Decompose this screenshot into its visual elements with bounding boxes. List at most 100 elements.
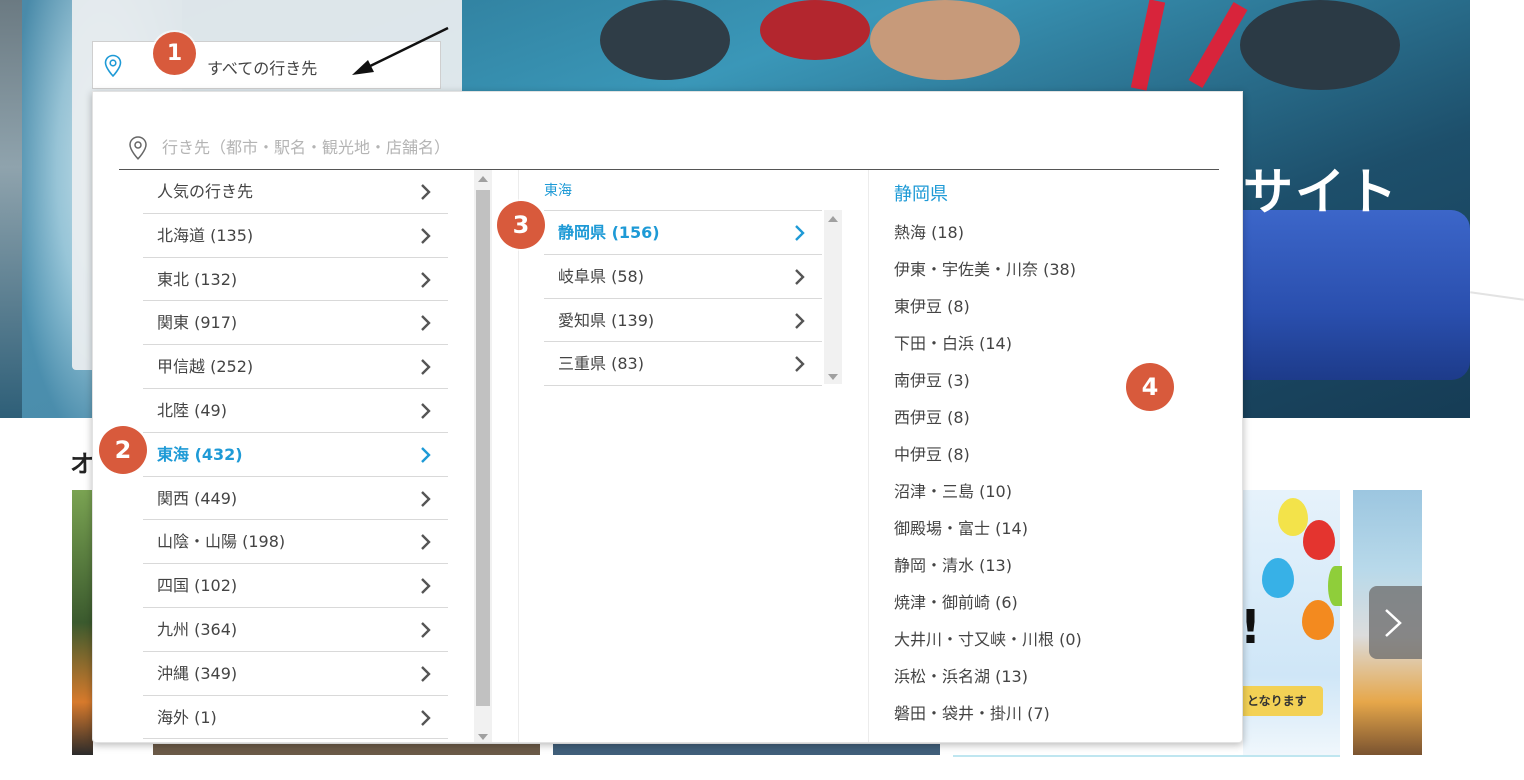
region-item-label: 関東 (917)	[157, 313, 238, 333]
area-item[interactable]: 伊東・宇佐美・川奈 (38)	[894, 251, 1224, 288]
column-divider	[518, 170, 519, 742]
activity-thumbnail[interactable]	[553, 744, 940, 755]
scroll-down-arrow-icon[interactable]	[478, 734, 488, 740]
region-item[interactable]: 関東 (917)	[143, 301, 448, 346]
prefecture-list-scrollbar[interactable]	[824, 210, 842, 384]
region-item[interactable]: 北海道 (135)	[143, 214, 448, 258]
region-item-label: 山陰・山陽 (198)	[157, 532, 286, 552]
annotation-badge-1: 1	[153, 32, 196, 75]
region-item[interactable]: 関西 (449)	[143, 477, 448, 521]
promo-banner-text: となります	[1243, 686, 1323, 716]
region-item[interactable]: 海外 (1)	[143, 696, 448, 740]
region-item[interactable]: 四国 (102)	[143, 564, 448, 608]
location-pin-icon	[104, 54, 122, 78]
region-item[interactable]: 東海 (432)	[143, 433, 448, 477]
region-item-label: 沖縄 (349)	[157, 663, 238, 683]
area-item[interactable]: 静岡・清水 (13)	[894, 547, 1224, 584]
region-list-scrollbar[interactable]	[474, 170, 492, 742]
prefecture-item-label: 静岡県 (156)	[558, 223, 660, 242]
region-item[interactable]: 人気の行き先	[143, 170, 448, 214]
location-pin-icon	[129, 136, 147, 160]
region-item[interactable]: 山陰・山陽 (198)	[143, 520, 448, 565]
region-item-label: 東北 (132)	[157, 269, 238, 289]
annotation-badge-3: 3	[497, 201, 545, 249]
destination-search-input[interactable]	[162, 132, 1162, 162]
scroll-up-arrow-icon[interactable]	[828, 216, 838, 222]
area-item[interactable]: 浜松・浜名湖 (13)	[894, 658, 1224, 695]
chevron-right-icon	[421, 622, 431, 638]
activity-thumbnail[interactable]	[153, 744, 540, 755]
hero-oar	[1188, 2, 1248, 88]
region-item-label: 甲信越 (252)	[157, 357, 254, 377]
region-item[interactable]: 九州 (364)	[143, 608, 448, 652]
area-item[interactable]: 南伊豆 (3)	[894, 362, 1224, 399]
annotation-badge-4: 4	[1126, 363, 1174, 411]
prefecture-column-header: 東海	[544, 183, 572, 199]
area-column-header: 静岡県	[894, 184, 948, 205]
area-item[interactable]: 中伊豆 (8)	[894, 436, 1224, 473]
area-item[interactable]: 熱海 (18)	[894, 214, 1224, 251]
area-item[interactable]: 大井川・寸又峡・川根 (0)	[894, 621, 1224, 658]
chevron-right-icon	[421, 578, 431, 595]
balloon-image	[1303, 520, 1335, 560]
carousel-next-button[interactable]	[1369, 586, 1422, 659]
chevron-right-icon	[795, 312, 805, 329]
scroll-up-arrow-icon[interactable]	[478, 176, 488, 182]
prefecture-item[interactable]: 岐阜県 (58)	[544, 255, 822, 299]
balloon-image	[1262, 558, 1294, 598]
prefecture-item[interactable]: 三重県 (83)	[544, 342, 822, 387]
prefecture-list: 静岡県 (156) 岐阜県 (58) 愛知県 (139) 三重県 (83)	[544, 210, 822, 387]
region-item-label: 北海道 (135)	[157, 225, 254, 245]
balloon-image	[1278, 498, 1308, 536]
chevron-right-icon	[421, 534, 431, 551]
prefecture-item-label: 愛知県 (139)	[558, 310, 655, 330]
chevron-right-icon	[795, 356, 805, 373]
region-item[interactable]: 沖縄 (349)	[143, 652, 448, 696]
chevron-right-icon	[421, 446, 431, 463]
area-item[interactable]: 西伊豆 (8)	[894, 399, 1224, 436]
annotation-badge-2: 2	[99, 426, 147, 474]
region-item-label: 北陸 (49)	[157, 400, 227, 420]
chevron-right-icon	[421, 403, 431, 419]
hero-title: サイト	[1243, 163, 1399, 221]
chevron-right-icon	[795, 268, 805, 285]
area-item[interactable]: 下田・白浜 (14)	[894, 325, 1224, 362]
balloon-image	[1328, 566, 1342, 606]
area-list: 熱海 (18) 伊東・宇佐美・川奈 (38) 東伊豆 (8) 下田・白浜 (14) 南伊…	[894, 214, 1224, 732]
prefecture-item[interactable]: 静岡県 (156)	[544, 211, 822, 255]
region-item[interactable]: 東北 (132)	[143, 258, 448, 302]
prefecture-item[interactable]: 愛知県 (139)	[544, 299, 822, 343]
promo-exclamation: !	[1240, 600, 1261, 654]
chevron-right-icon	[1385, 609, 1402, 637]
column-divider	[868, 170, 869, 742]
chevron-right-icon	[421, 227, 431, 244]
region-item-label: 四国 (102)	[157, 576, 238, 596]
activity-thumbnail[interactable]	[72, 490, 93, 755]
scrollbar-thumb[interactable]	[476, 190, 490, 706]
chevron-right-icon	[421, 184, 431, 200]
prefecture-item-label: 三重県 (83)	[558, 354, 644, 374]
chevron-right-icon	[795, 225, 805, 241]
area-item[interactable]: 沼津・三島 (10)	[894, 473, 1224, 510]
region-item-label: 東海 (432)	[157, 444, 243, 464]
area-item[interactable]: 焼津・御前崎 (6)	[894, 584, 1224, 621]
chevron-right-icon	[421, 665, 431, 682]
hero-person	[600, 0, 730, 80]
region-item[interactable]: 北陸 (49)	[143, 389, 448, 433]
divider	[1470, 291, 1524, 301]
hero-person	[1240, 0, 1400, 90]
area-item[interactable]: 東伊豆 (8)	[894, 288, 1224, 325]
hero-person	[760, 0, 870, 60]
chevron-right-icon	[421, 709, 431, 726]
region-item-label: 海外 (1)	[157, 707, 217, 727]
area-item[interactable]: 御殿場・富士 (14)	[894, 510, 1224, 547]
section-title: オ	[70, 450, 94, 478]
scroll-down-arrow-icon[interactable]	[828, 374, 838, 380]
region-list: 人気の行き先 北海道 (135) 東北 (132) 関東 (917) 甲信越 (252)…	[143, 170, 448, 742]
balloon-image	[1302, 600, 1334, 640]
region-item-label: 人気の行き先	[157, 182, 254, 201]
region-item-label: 九州 (364)	[157, 619, 238, 639]
region-item[interactable]: 甲信越 (252)	[143, 345, 448, 389]
area-item[interactable]: 磐田・袋井・掛川 (7)	[894, 695, 1224, 732]
chevron-right-icon	[421, 490, 431, 507]
